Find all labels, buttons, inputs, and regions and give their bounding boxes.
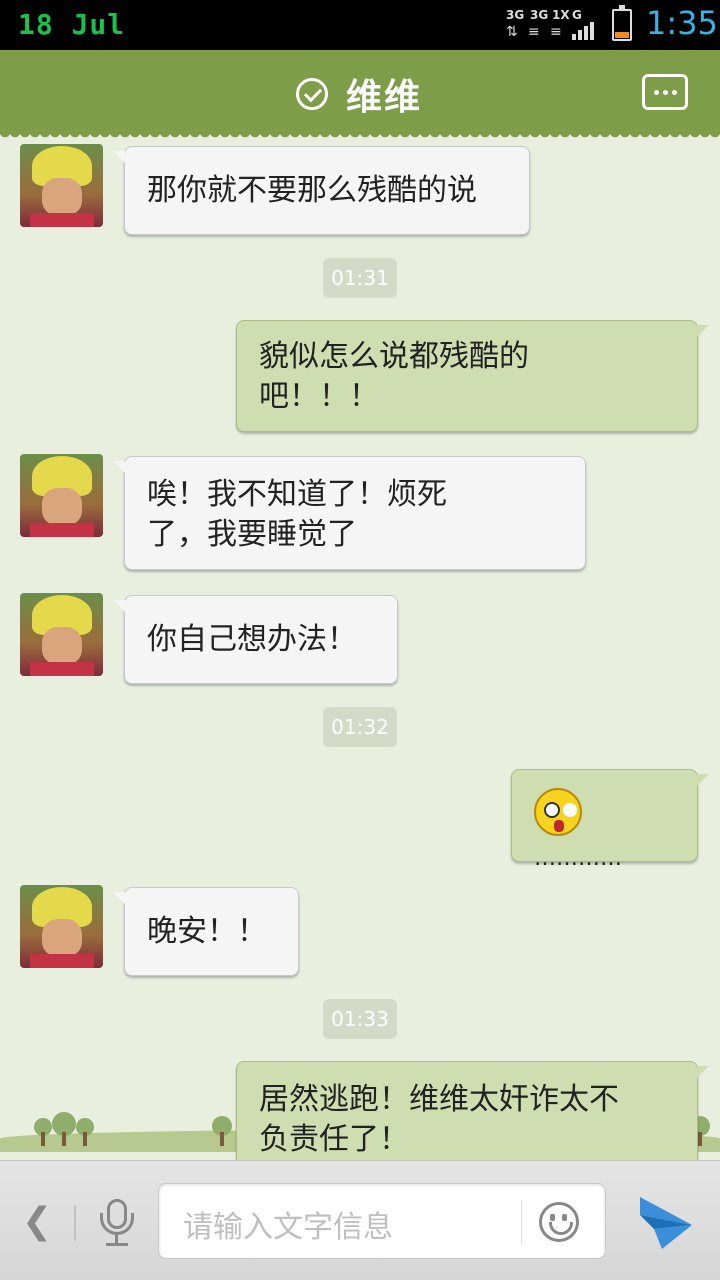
message-text: 那你就不要那么残酷的说 [147,173,477,208]
message-text-line: 了，我要睡觉了 [147,517,357,552]
message-list[interactable]: 那你就不要那么残酷的说 01:31 貌似怎么说都残酷的 吧！！！ 唉！我不知道了… [0,134,720,1160]
divider [521,1200,522,1244]
signal-bar [578,30,582,40]
contact-name[interactable]: 维维 [346,68,422,120]
dot [672,90,677,95]
network-3g-label: 3G [506,8,525,22]
divider [74,1205,76,1241]
more-dots-icon[interactable] [642,74,688,110]
data-arrows-icon: ⇅ [506,24,518,40]
smiley-icon[interactable] [539,1202,579,1242]
dot [663,90,668,95]
signal-bar [584,26,588,40]
status-time: 1:35 [646,4,718,42]
message-text-line: 唉！我不知道了！烦死 [147,477,447,512]
message-text: 晚安！！ [147,914,267,949]
message-text-line: 貌似怎么说都残酷的 [259,339,529,374]
message-bubble-incoming[interactable]: 晚安！！ [113,887,299,976]
message-input-placeholder: 请输入文字信息 [183,1210,393,1245]
message-text: ………… [534,846,622,871]
battery-icon [612,5,632,41]
input-bar: ❮ 请输入文字信息 [0,1160,720,1280]
send-icon[interactable] [636,1195,696,1251]
avatar[interactable] [20,885,103,968]
timestamp: 01:32 [323,707,397,747]
battery-level [615,32,629,38]
message-bubble-outgoing[interactable]: 貌似怎么说都残酷的 吧！！！ [236,320,709,432]
avatar[interactable] [20,454,103,537]
status-bar: 18 Jul 3G 3G 1X G ⇅ ≡ ≡ 1:35 [0,0,720,50]
signal-bar [572,34,576,40]
avatar[interactable] [20,593,103,676]
signal-bar [590,22,594,40]
message-bubble-incoming[interactable]: 那你就不要那么残酷的说 [113,146,530,235]
shocked-face-icon [534,788,582,836]
network-indicators: 3G 3G 1X G ⇅ ≡ ≡ [506,8,602,42]
check-circle-icon [296,78,328,110]
dot [654,90,659,95]
message-text-line: 吧！！！ [259,379,379,414]
message-text-line: 居然逃跑！维维太奸诈太不 [259,1082,619,1117]
chat-header: 维维 [0,50,720,140]
message-bubble-incoming[interactable]: 你自己想办法！ [113,595,398,684]
network-3g-label-2: 3G [530,8,549,22]
back-arrow-icon[interactable]: ❮ [22,1201,52,1242]
timestamp: 01:33 [323,999,397,1039]
data-bars-icon-2: ≡ [550,24,562,40]
mic-icon[interactable] [96,1199,138,1247]
message-text: 你自己想办法！ [147,622,357,657]
message-bubble-outgoing[interactable]: 居然逃跑！维维太奸诈太不 负责任了！ [236,1061,709,1160]
status-date: 18 Jul [18,8,126,41]
timestamp: 01:31 [323,258,397,298]
network-1x-label: 1X [552,8,570,22]
avatar[interactable] [20,144,103,227]
message-bubble-incoming[interactable]: 唉！我不知道了！烦死 了，我要睡觉了 [113,456,586,570]
network-g-label: G [572,8,582,22]
message-bubble-outgoing[interactable]: ………… [511,769,709,871]
message-input[interactable]: 请输入文字信息 [158,1183,606,1259]
data-bars-icon: ≡ [528,24,540,40]
message-text-line: 负责任了！ [259,1122,409,1157]
